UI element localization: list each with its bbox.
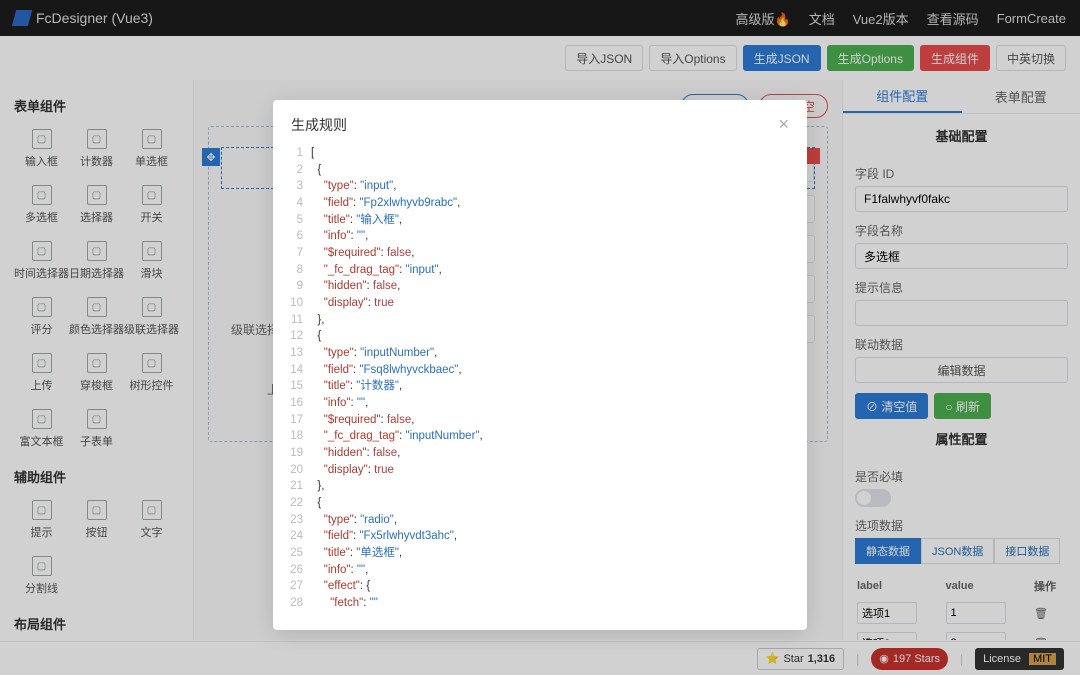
code-block[interactable]: 1234567891011121314151617181920212223242… <box>283 145 797 612</box>
gen-rule-modal: 生成规则 × 123456789101112131415161718192021… <box>273 100 807 630</box>
modal-overlay[interactable]: 生成规则 × 123456789101112131415161718192021… <box>0 0 1080 675</box>
close-icon[interactable]: × <box>778 114 789 135</box>
modal-title: 生成规则 <box>291 115 347 135</box>
